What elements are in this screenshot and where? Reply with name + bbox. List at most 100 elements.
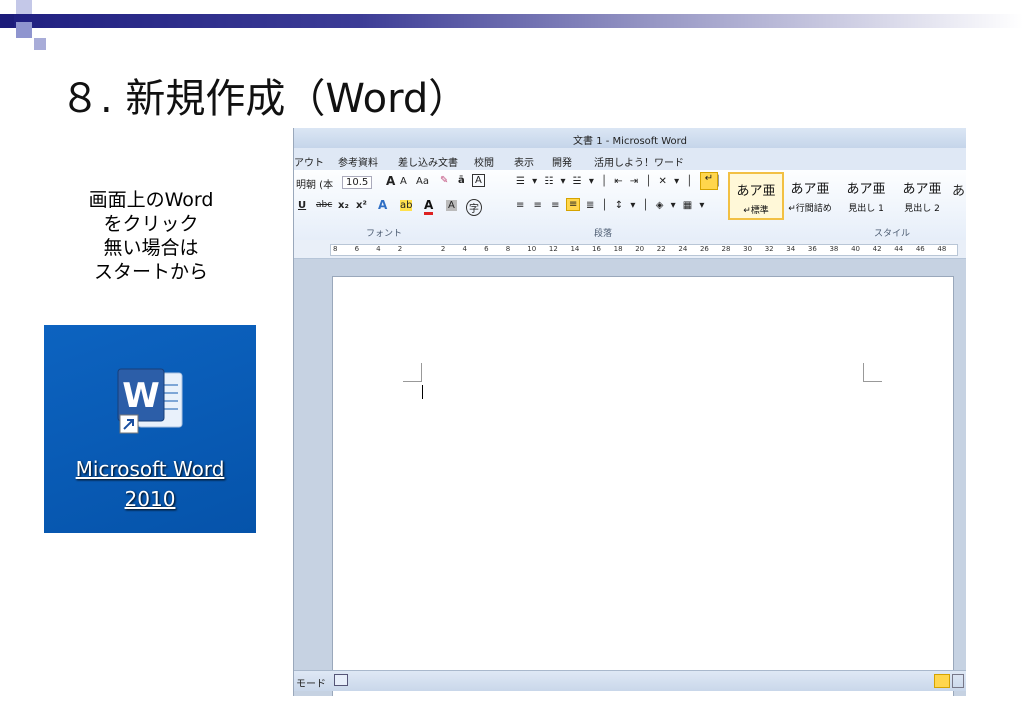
ruler-tick: 12 — [548, 245, 558, 253]
ruler-tick: 32 — [764, 245, 774, 253]
tab-addin[interactable]: 活用しよう！ワード — [594, 154, 684, 169]
tab-mailings[interactable]: 差し込み文書 — [398, 154, 458, 169]
group-label-styles: スタイル — [874, 229, 911, 239]
underline-button[interactable]: U — [298, 200, 306, 211]
header-square-mid — [16, 22, 32, 38]
group-label-font: フォント — [366, 229, 403, 239]
window-title: 文書 1 - Microsoft Word — [573, 136, 687, 147]
desktop-icon-label-2[interactable]: 2010 — [44, 487, 256, 511]
ruler-tick: 2 — [397, 245, 403, 253]
subscript-button[interactable]: x₂ — [338, 200, 349, 211]
text-effects-icon[interactable]: A — [378, 198, 387, 212]
ribbon-tabs: アウト 参考資料 差し込み文書 校閲 表示 開発 活用しよう！ワード — [294, 148, 966, 170]
ruler-tick: 4 — [462, 245, 467, 253]
header-square-light-1 — [16, 0, 32, 14]
ruler-tick: 10 — [527, 245, 537, 253]
style-normal[interactable]: あア亜 ↵標準 — [728, 172, 784, 220]
print-layout-view-icon[interactable] — [934, 674, 950, 688]
tab-layout[interactable]: アウト — [294, 154, 324, 169]
ruler-tick: 8 — [333, 245, 338, 253]
desktop-icon-label-1[interactable]: Microsoft Word — [44, 457, 256, 481]
style-name: ↵標準 — [743, 206, 769, 216]
instruction-line: 画面上のWord — [88, 189, 214, 211]
status-bar: モード — [294, 670, 966, 691]
shrink-font-button[interactable]: A — [400, 176, 407, 187]
list-buttons[interactable]: ☰ ▾ ☷ ▾ ☱ ▾ │ ⇤ ⇥ │ ✕ ▾ │ ↓ │ — [516, 176, 723, 187]
ruler-tick: 6 — [354, 245, 360, 253]
instruction-line: をクリック — [103, 213, 199, 235]
style-name: 見出し 1 — [848, 204, 884, 214]
tab-references[interactable]: 参考資料 — [338, 154, 378, 169]
full-screen-view-icon[interactable] — [952, 674, 964, 688]
strikethrough-button[interactable]: abc — [316, 200, 332, 210]
macro-record-icon[interactable] — [334, 674, 348, 686]
style-name: ↵行間詰め — [788, 204, 832, 214]
change-case-button[interactable]: Aa — [416, 176, 429, 187]
style-preview: あア亜 — [846, 182, 886, 197]
ruler-tick: 20 — [635, 245, 645, 253]
ruler-tick: 40 — [851, 245, 860, 253]
clear-format-icon[interactable]: ✎ — [440, 175, 448, 186]
header-square-dark — [0, 14, 14, 28]
ruler-tick: 34 — [786, 245, 796, 253]
ruler-tick: 18 — [613, 245, 623, 253]
ruler-tick: 24 — [678, 245, 688, 253]
ruler-tick: 14 — [570, 245, 580, 253]
ruler-tick: 38 — [829, 245, 839, 253]
instruction-line: スタートから — [93, 261, 208, 283]
show-marks-button[interactable]: ↵ — [700, 172, 718, 190]
ruler-tick: 28 — [721, 245, 731, 253]
status-mode: モード — [296, 679, 326, 690]
justify-button[interactable]: ≡ — [566, 198, 581, 211]
enclose-char-icon[interactable]: 字 — [466, 199, 482, 216]
paragraph-tools[interactable]: ≣ │ ↕ ▾ │ ◈ ▾ ▦ ▾ — [586, 200, 706, 211]
ruler-tick: 22 — [656, 245, 666, 253]
tab-review[interactable]: 校閲 — [474, 154, 494, 169]
ruler-tick: 42 — [872, 245, 882, 253]
text-cursor — [422, 385, 423, 399]
style-preview: あア亜 — [902, 182, 942, 197]
horizontal-ruler[interactable]: 8 6 4 2 2 4 6 8 10 12 14 16 18 20 22 24 26 28 30 32 34 36 38 40… — [294, 240, 966, 259]
ruler-tick: 48 — [937, 245, 947, 253]
tab-developer[interactable]: 開発 — [552, 154, 572, 169]
document-page[interactable] — [332, 276, 954, 696]
group-label-paragraph: 段落 — [594, 229, 613, 239]
style-partial[interactable]: あ — [952, 180, 965, 199]
font-color-icon[interactable]: A — [424, 198, 434, 215]
margin-mark-left — [403, 363, 422, 382]
font-size-box[interactable]: 10.5 — [342, 176, 373, 189]
char-shading-icon[interactable]: A — [446, 200, 457, 211]
font-name-box[interactable]: 明朝 (本 — [296, 176, 333, 191]
ruler-tick: 16 — [592, 245, 601, 253]
style-name: 見出し 2 — [904, 204, 940, 214]
highlight-icon[interactable]: ab — [400, 200, 413, 211]
style-heading-1[interactable]: あア亜 見出し 1 — [840, 172, 892, 216]
ruler-tick: 46 — [915, 245, 925, 253]
header-gradient-bar — [0, 14, 1023, 28]
style-no-spacing[interactable]: あア亜 ↵行間詰め — [784, 172, 836, 216]
char-border-icon[interactable]: A — [472, 174, 485, 187]
ruler-tick: 8 — [505, 245, 511, 253]
ruler-tick: 6 — [484, 245, 489, 253]
phonetic-guide-icon[interactable]: ā — [458, 175, 465, 186]
style-heading-2[interactable]: あア亜 見出し 2 — [896, 172, 948, 216]
style-preview: あア亜 — [736, 184, 776, 199]
grow-font-button[interactable]: A — [386, 174, 395, 188]
word-2010-icon[interactable]: W — [108, 361, 194, 447]
ruler-tick: 26 — [699, 245, 709, 253]
ribbon: 明朝 (本 10.5 A A Aa ✎ ā A U abc x₂ x² A ab… — [294, 170, 966, 241]
tab-view[interactable]: 表示 — [514, 154, 534, 169]
word-window: 文書 1 - Microsoft Word アウト 参考資料 差し込み文書 校閲… — [293, 128, 966, 696]
ruler-tick: 30 — [743, 245, 753, 253]
margin-mark-right — [863, 363, 882, 382]
ruler-track: 8 6 4 2 2 4 6 8 10 12 14 16 18 20 22 24 26 28 30 32 34 36 38 40… — [330, 244, 958, 256]
ruler-tick: 44 — [894, 245, 904, 253]
svg-text:W: W — [122, 376, 160, 416]
header-square-light-2 — [34, 38, 46, 50]
superscript-button[interactable]: x² — [356, 200, 367, 211]
ruler-tick: 4 — [376, 245, 381, 253]
instructions: 画面上のWord をクリック 無い場合は スタートから — [62, 188, 240, 284]
align-buttons[interactable]: ≡ ≡ ≡ — [516, 200, 563, 211]
slide-title: ８. 新規作成（Word） — [60, 76, 469, 122]
instruction-line: 無い場合は — [103, 237, 199, 259]
